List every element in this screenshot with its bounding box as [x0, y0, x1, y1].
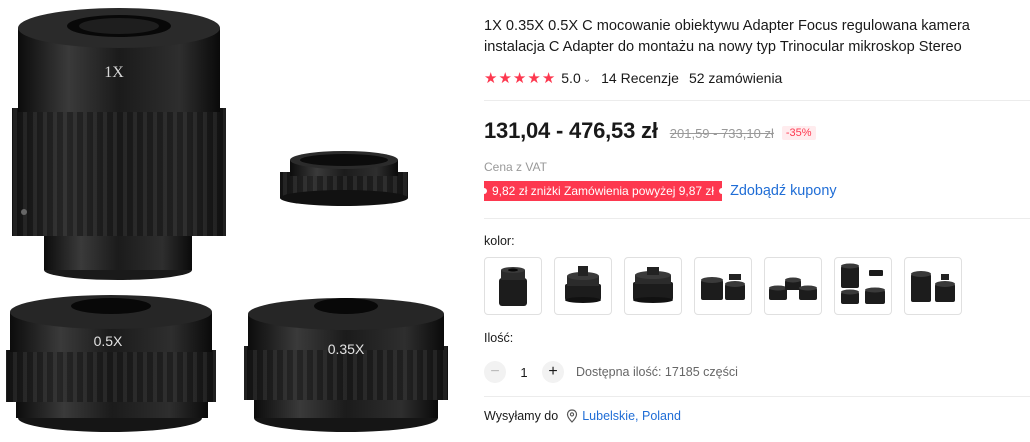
product-image[interactable]: 1X 0.5X 0.35X	[0, 0, 460, 442]
divider	[484, 100, 1030, 101]
shipping-location-link[interactable]: Lubelskie, Poland	[582, 409, 681, 423]
swatch-image	[769, 277, 817, 300]
color-swatch-4[interactable]	[694, 257, 752, 315]
swatch-image	[701, 274, 745, 300]
coupon-badge[interactable]: 9,82 zł zniżki Zamówienia powyżej 9,87 z…	[480, 181, 726, 201]
price-row: 131,04 - 476,53 zł 201,59 - 733,10 zł -3…	[484, 118, 816, 144]
lens-05x: 0.5X	[6, 295, 216, 432]
color-swatch-3[interactable]	[624, 257, 682, 315]
location-pin-icon	[567, 409, 578, 423]
quantity-label: Ilość:	[484, 331, 514, 345]
price-current: 131,04 - 476,53 zł	[484, 118, 658, 143]
star-icon: ★	[512, 69, 527, 87]
chevron-down-icon[interactable]: ⌄	[583, 74, 591, 85]
rating-value[interactable]: 5.0	[561, 70, 580, 86]
divider	[484, 218, 1030, 219]
swatch-image	[499, 267, 527, 306]
swatch-image	[565, 266, 601, 303]
shipping-row: Wysyłamy do Lubelskie, Poland	[484, 409, 681, 423]
mount-ring	[280, 151, 408, 206]
lens-1x-label: 1X	[104, 64, 124, 81]
reviews-link[interactable]: 14 Recenzje	[601, 70, 679, 86]
star-icon: ★	[484, 69, 498, 87]
swatch-image	[841, 263, 885, 304]
vat-note: Cena z VAT	[484, 160, 547, 174]
product-title: 1X 0.35X 0.5X C mocowanie obiektywu Adap…	[484, 18, 970, 55]
get-coupons-link[interactable]: Zdobądź kupony	[730, 183, 836, 199]
color-swatch-7[interactable]	[904, 257, 962, 315]
product-photo: 1X 0.5X 0.35X	[6, 8, 448, 432]
rating-row: ★ ★ ★ ★ ★ 5.0 ⌄ 14 Recenzje 52 zamówieni…	[484, 68, 782, 88]
lens-035x-label: 0.35X	[328, 341, 365, 357]
quantity-input[interactable]: 1	[506, 365, 542, 380]
coupon-row: 9,82 zł zniżki Zamówienia powyżej 9,87 z…	[480, 181, 837, 201]
lens-05x-label: 0.5X	[94, 333, 123, 349]
orders-count: 52 zamówienia	[688, 70, 783, 86]
rating-stars: ★ ★ ★ ★ ★	[484, 71, 555, 86]
color-swatches	[484, 257, 962, 315]
discount-badge: -35%	[781, 126, 816, 140]
star-icon: ★	[541, 69, 556, 87]
stock-available: Dostępna ilość: 17185 części	[576, 365, 738, 379]
quantity-increase-button[interactable]: +	[542, 361, 564, 383]
lens-1x: 1X	[12, 8, 226, 280]
star-icon: ★	[527, 69, 541, 87]
color-swatch-1[interactable]	[484, 257, 542, 315]
swatch-image	[633, 267, 673, 303]
price-original: 201,59 - 733,10 zł	[669, 126, 774, 141]
divider	[484, 396, 1030, 397]
lens-035x: 0.35X	[244, 298, 448, 432]
quantity-stepper: − 1 + Dostępna ilość: 17185 części	[484, 361, 738, 383]
shipping-label: Wysyłamy do	[484, 409, 559, 423]
product-info: 1X 0.35X 0.5X C mocowanie obiektywu Adap…	[480, 0, 1030, 442]
color-swatch-5[interactable]	[764, 257, 822, 315]
star-icon: ★	[498, 69, 512, 87]
color-label: kolor:	[484, 234, 515, 248]
swatch-image	[911, 271, 955, 302]
color-swatch-6[interactable]	[834, 257, 892, 315]
quantity-decrease-button[interactable]: −	[484, 361, 506, 383]
color-swatch-2[interactable]	[554, 257, 612, 315]
